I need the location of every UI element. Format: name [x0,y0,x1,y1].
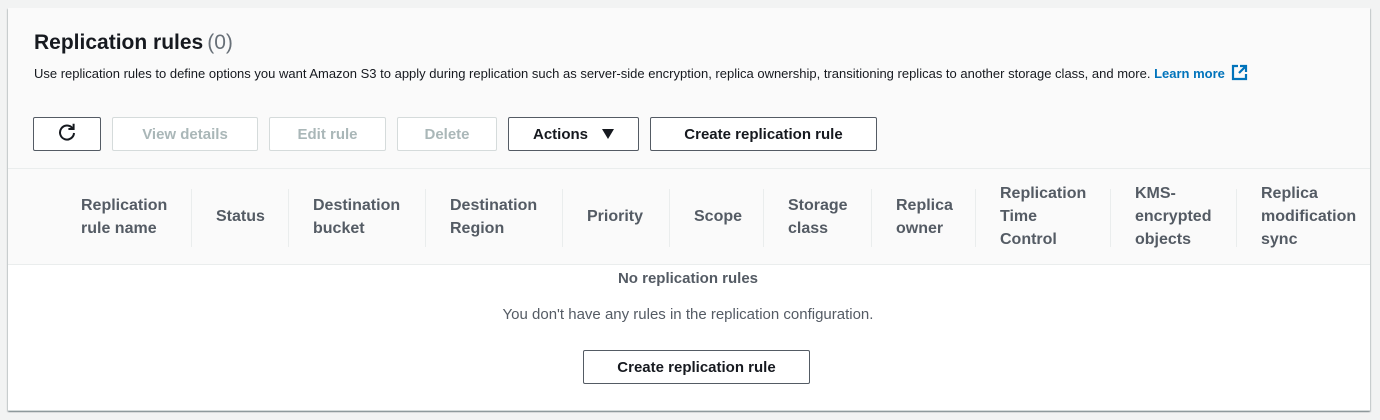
empty-state-create-rule-button[interactable]: Create replication rule [583,350,810,384]
rule-count: (0) [207,31,233,54]
panel-header: Replication rules (0) Use replication rul… [8,8,1370,168]
column-divider[interactable] [1110,189,1111,247]
column-divider[interactable] [763,189,764,247]
actions-dropdown[interactable]: Actions [508,117,639,151]
column-header-destination-region[interactable]: Destination Region [450,169,562,264]
column-divider[interactable] [288,189,289,247]
learn-more-link[interactable]: Learn more [1154,64,1248,81]
column-header-scope[interactable]: Scope [694,169,763,264]
column-divider[interactable] [1236,189,1237,247]
column-header-replica-owner[interactable]: Replica owner [896,169,975,264]
caret-down-icon [602,129,614,139]
page-title: Replication rules (0) [34,30,233,56]
column-header-kms-encrypted-objects[interactable]: KMS-encrypted objects [1135,169,1236,264]
empty-state-title: No replication rules [617,270,759,287]
column-divider[interactable] [871,189,872,247]
column-header-rule-name[interactable]: Replication rule name [81,169,191,264]
column-header-storage-class[interactable]: Storage class [788,169,871,264]
panel-description: Use replication rules to define options … [34,62,1314,89]
title-text: Replication rules [34,31,204,54]
refresh-icon [57,122,77,146]
column-header-destination-bucket[interactable]: Destination bucket [313,169,425,264]
refresh-button[interactable] [33,117,101,151]
delete-button[interactable]: Delete [397,117,497,151]
column-header-status[interactable]: Status [216,169,288,264]
column-header-replica-modification-sync[interactable]: Replica modification sync [1261,169,1370,264]
column-header-priority[interactable]: Priority [587,169,669,264]
column-divider[interactable] [562,189,563,247]
empty-state-description: You don't have any rules in the replicat… [502,306,874,323]
column-divider[interactable] [191,189,192,247]
table-header: Replication rule name Status Destination b… [8,168,1370,265]
learn-more-label: Learn more [1154,66,1225,81]
column-divider[interactable] [669,189,670,247]
column-divider[interactable] [425,189,426,247]
column-divider[interactable] [975,189,976,247]
actions-label: Actions [532,125,588,143]
external-link-icon [1231,64,1248,89]
column-header-replication-time-control[interactable]: Replication Time Control [1000,169,1110,264]
view-details-button[interactable]: View details [112,117,258,151]
edit-rule-button[interactable]: Edit rule [269,117,386,151]
description-text: Use replication rules to define options … [34,66,1151,81]
create-replication-rule-button[interactable]: Create replication rule [650,117,877,151]
